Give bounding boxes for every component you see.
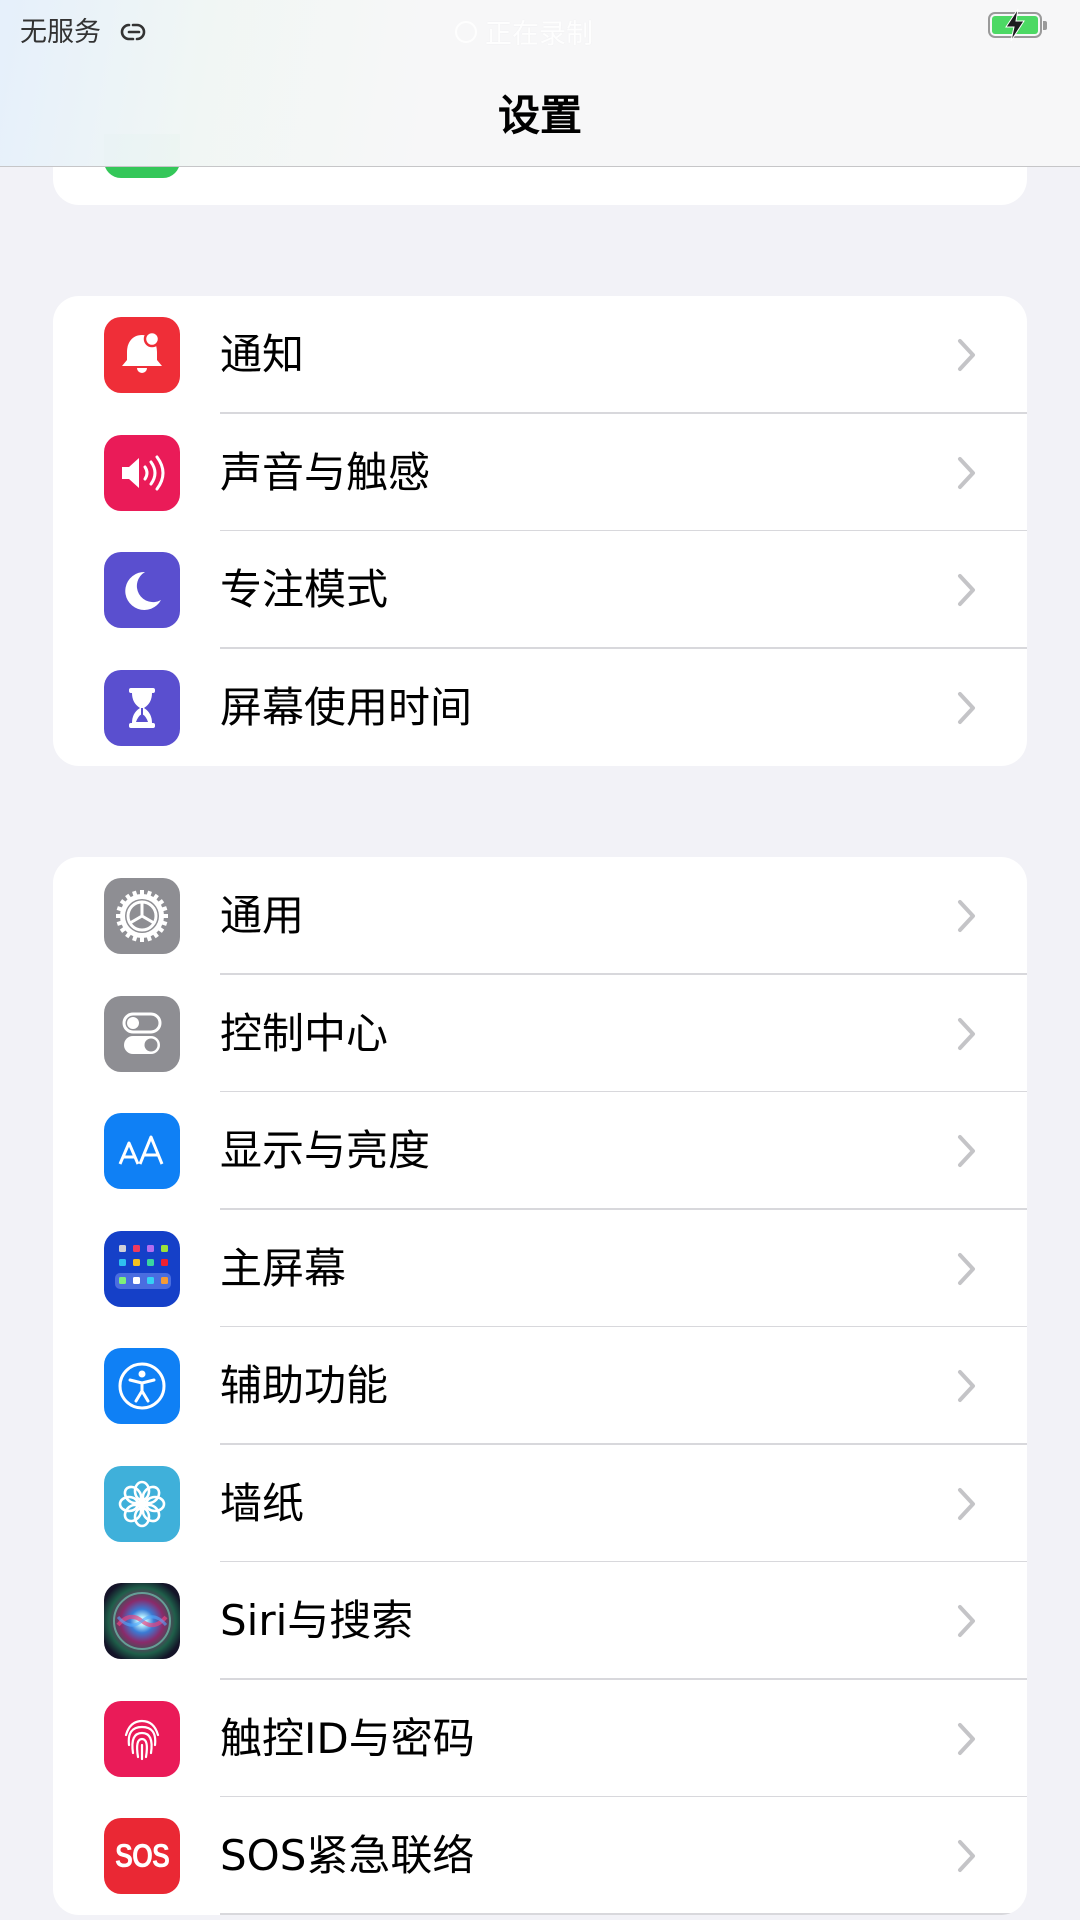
settings-row-label: 触控ID与密码: [220, 1713, 475, 1763]
page-title: 设置: [497, 91, 582, 140]
settings-row-home-screen[interactable]: 主屏幕: [53, 1210, 1027, 1327]
row-separator: [220, 1913, 1027, 1915]
chevron-right-icon: [958, 1487, 975, 1520]
home-screen-grid-icon: [104, 1230, 180, 1307]
hourglass-icon: [104, 669, 180, 746]
settings-row-label: 主屏幕: [220, 1243, 347, 1293]
settings-row-emergency-sos[interactable]: SOS SOS紧急联络: [53, 1797, 1027, 1915]
notification-bell-icon: [104, 317, 180, 393]
settings-row-label: 屏幕使用时间: [220, 682, 473, 732]
settings-row-label: 墙纸: [220, 1478, 305, 1528]
chevron-right-icon: [958, 1252, 975, 1285]
status-bar-carrier: 无服务: [20, 10, 153, 49]
chevron-right-icon: [958, 1722, 975, 1755]
settings-row-label: 辅助功能: [220, 1361, 389, 1410]
settings-row-label: 控制中心: [220, 1008, 389, 1058]
settings-row-touch-id-passcode[interactable]: 触控ID与密码: [53, 1680, 1027, 1797]
record-icon: [455, 20, 477, 43]
settings-row-wallpaper[interactable]: 墙纸: [53, 1445, 1027, 1562]
fingerprint-icon: [104, 1700, 180, 1777]
toggles-icon: [104, 995, 180, 1072]
gear-icon: [104, 878, 180, 954]
chevron-right-icon: [958, 1605, 975, 1637]
chevron-right-icon: [958, 1370, 975, 1402]
flower-icon: [104, 1465, 180, 1542]
siri-icon: [104, 1583, 180, 1659]
chevron-right-icon: [958, 900, 975, 932]
settings-row-display-brightness[interactable]: 显示与亮度: [53, 1092, 1027, 1210]
settings-row-label: SOS紧急联络: [220, 1831, 475, 1880]
moon-icon: [104, 552, 180, 628]
sos-icon: SOS: [104, 1818, 180, 1894]
chevron-right-icon: [958, 1017, 975, 1050]
carrier-label: 无服务: [20, 17, 101, 48]
settings-row-label: 声音与触感: [220, 447, 431, 497]
accessibility-icon: [104, 1348, 180, 1424]
sos-icon-text: SOS: [114, 1836, 170, 1875]
recording-indicator[interactable]: 正在录制: [455, 12, 593, 51]
settings-row-general[interactable]: 通用: [53, 857, 1027, 975]
settings-row-label: 通用: [220, 891, 305, 940]
chevron-right-icon: [958, 691, 975, 724]
settings-row-label: 显示与亮度: [220, 1126, 431, 1175]
settings-row-label: 专注模式: [220, 565, 389, 614]
settings-row-focus[interactable]: 专注模式: [53, 531, 1027, 649]
settings-row-siri-search[interactable]: Siri与搜索: [53, 1562, 1027, 1680]
settings-group-general: 通用 控制中心 显示与亮度 主屏幕 辅助功能 墙纸 Siri与搜索 触控ID与密…: [53, 857, 1027, 1915]
navigation-header: 无服务 正在录制 设置: [0, 0, 1080, 167]
settings-group-notifications: 通知 声音与触感 专注模式 屏幕使用时间: [53, 296, 1027, 766]
recording-label: 正在录制: [485, 19, 593, 50]
battery-charging-icon: [988, 8, 1047, 42]
chevron-right-icon: [958, 574, 975, 606]
chevron-right-icon: [958, 1840, 975, 1872]
settings-row-notifications[interactable]: 通知: [53, 296, 1027, 414]
settings-row-sounds-haptics[interactable]: 声音与触感: [53, 414, 1027, 531]
settings-row-label: Siri与搜索: [220, 1596, 414, 1645]
chevron-right-icon: [958, 1135, 975, 1167]
settings-row-screen-time[interactable]: 屏幕使用时间: [53, 649, 1027, 767]
speaker-icon: [104, 434, 180, 511]
settings-row-accessibility[interactable]: 辅助功能: [53, 1327, 1027, 1445]
text-size-icon: [104, 1113, 180, 1189]
chevron-right-icon: [958, 339, 975, 371]
settings-row-label: 通知: [220, 330, 305, 379]
link-icon: [117, 19, 153, 41]
settings-row-control-center[interactable]: 控制中心: [53, 975, 1027, 1092]
chevron-right-icon: [958, 456, 975, 489]
